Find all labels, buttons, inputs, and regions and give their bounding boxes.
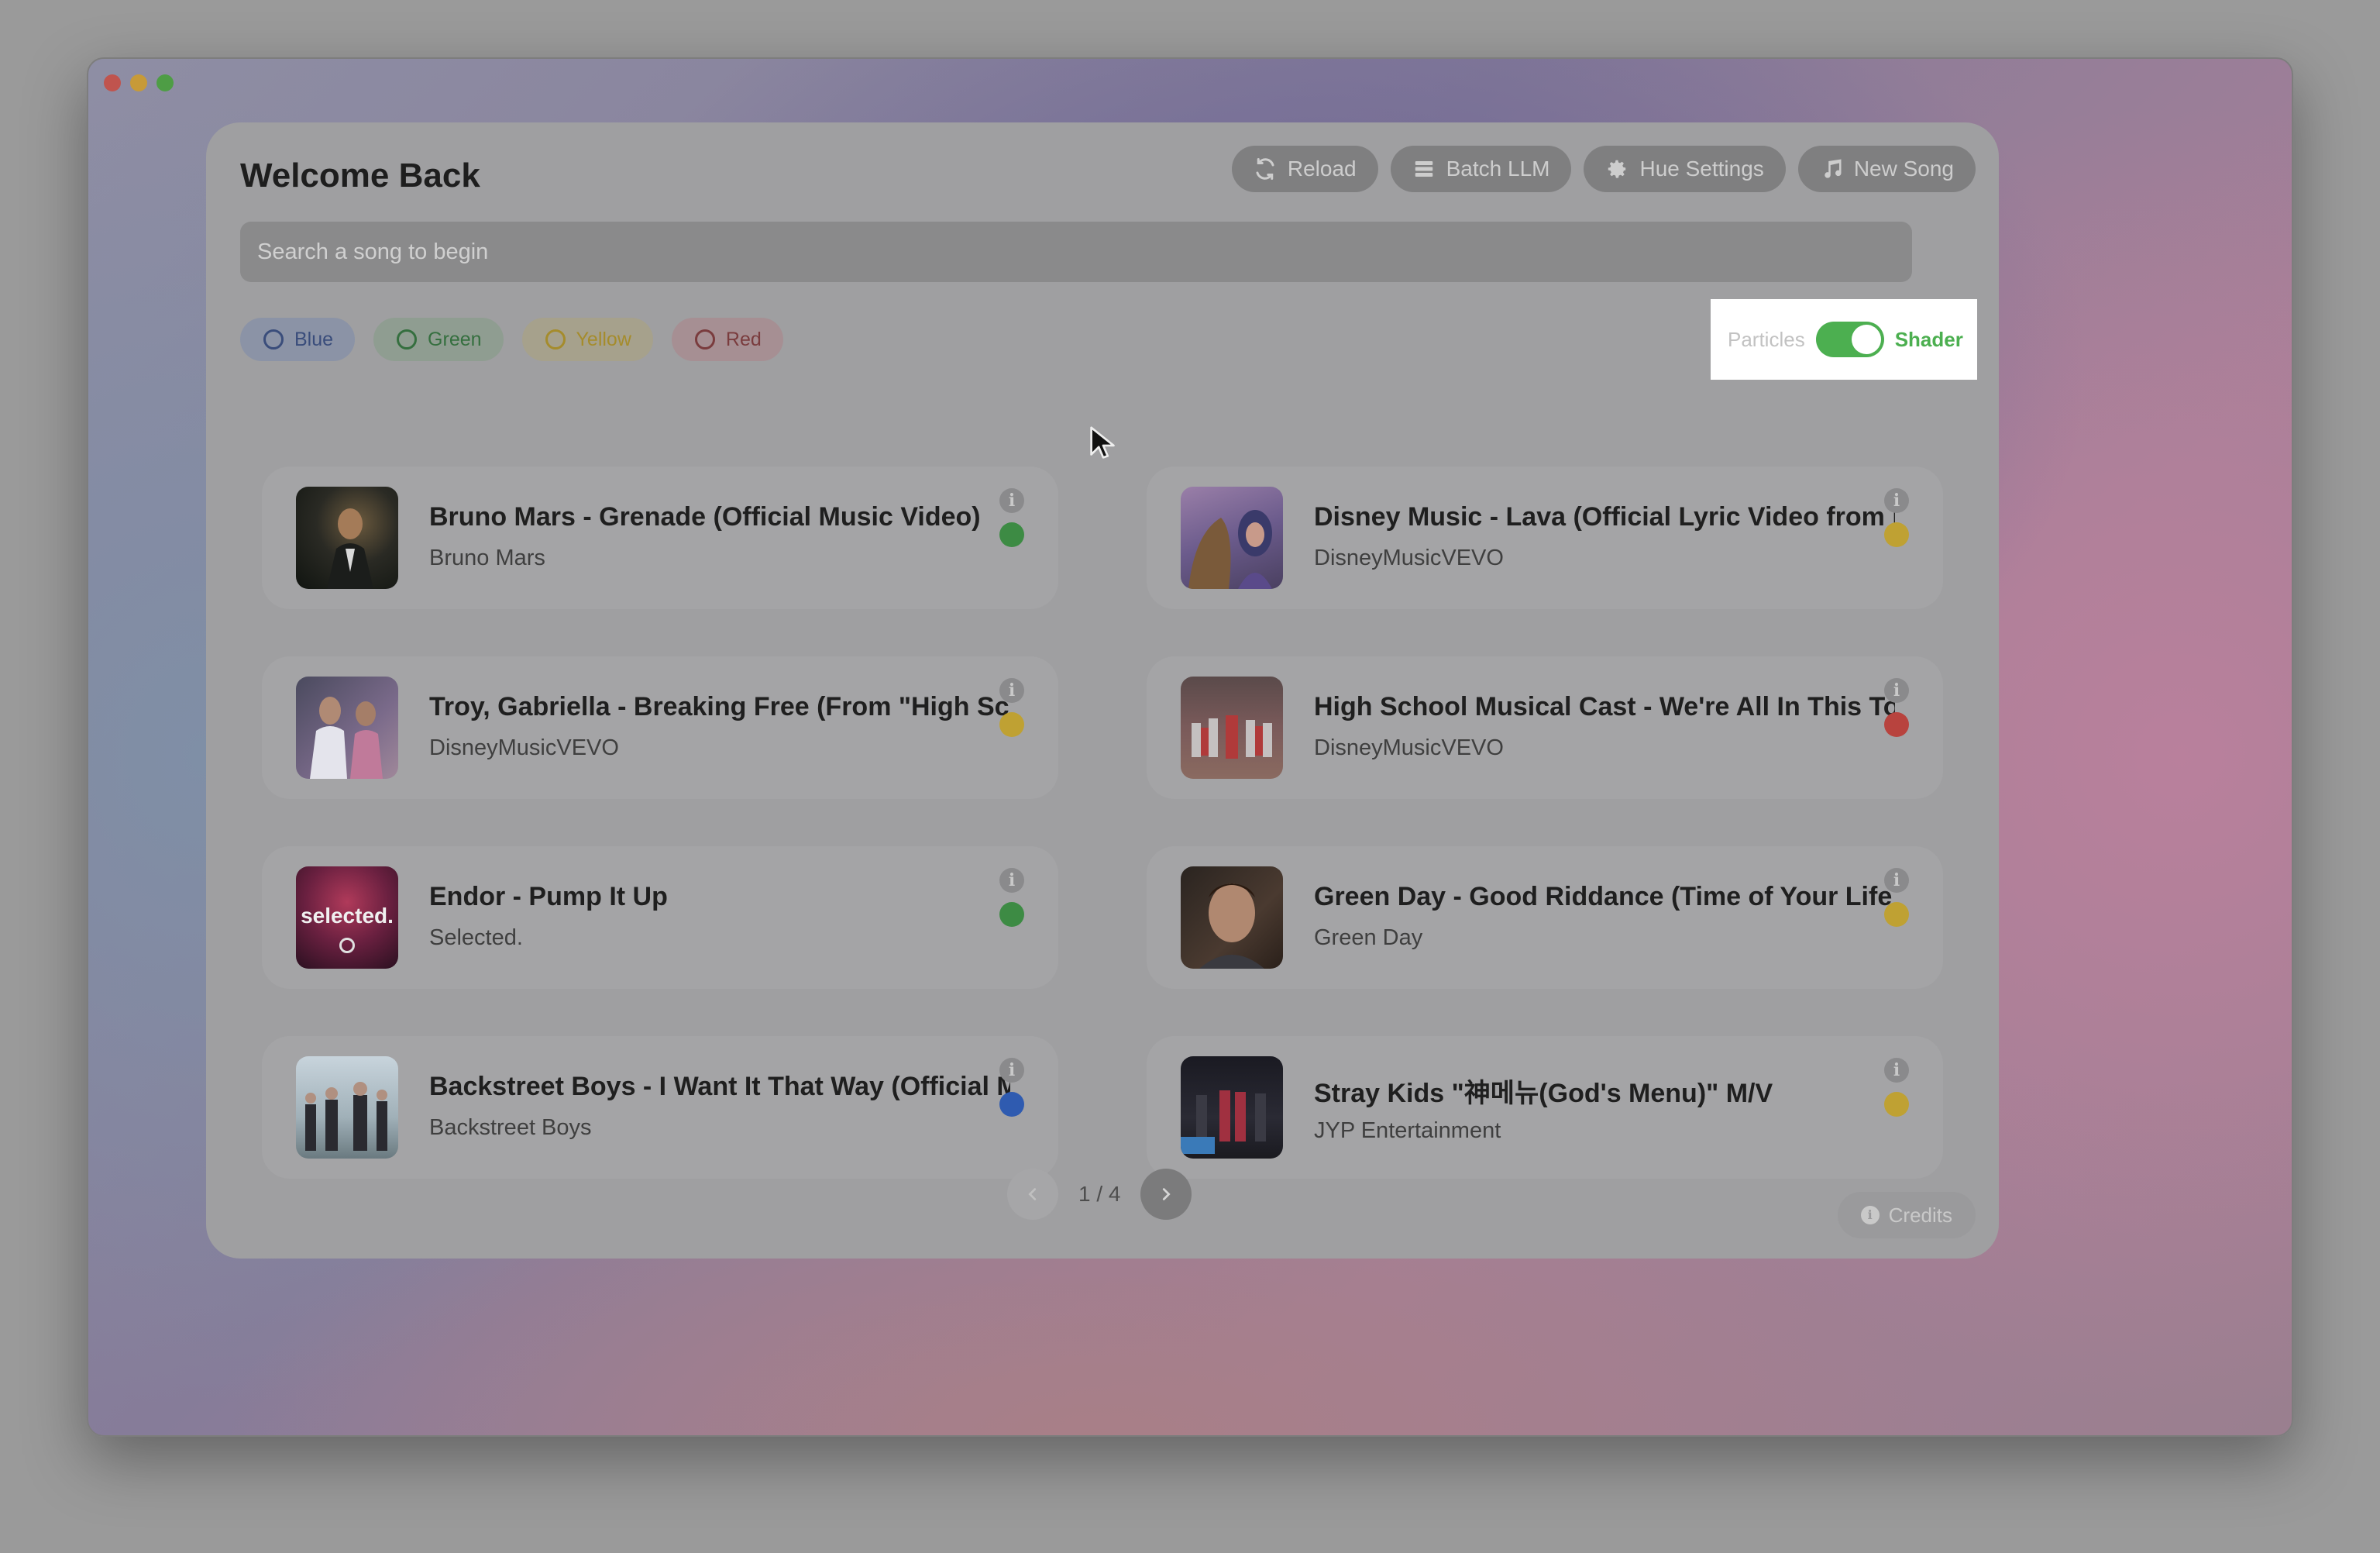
filter-red[interactable]: Red <box>671 318 783 361</box>
info-icon[interactable]: i <box>999 488 1024 513</box>
song-card[interactable]: Green Day - Good Riddance (Time of Your … <box>1147 846 1943 989</box>
next-page-button[interactable] <box>1140 1169 1192 1220</box>
song-thumbnail <box>1181 866 1283 969</box>
song-title: Endor - Pump It Up <box>429 882 668 911</box>
radio-icon <box>263 329 284 350</box>
search-input[interactable] <box>240 222 1912 282</box>
batch-llm-button[interactable]: Batch LLM <box>1390 146 1572 192</box>
info-icon[interactable]: i <box>1884 678 1909 703</box>
song-thumbnail <box>296 1056 398 1159</box>
toggle-knob <box>1851 325 1881 354</box>
color-status-dot <box>999 712 1024 737</box>
song-card[interactable]: Stray Kids "神메뉴(God's Menu)" M/V JYP Ent… <box>1147 1036 1943 1179</box>
color-status-dot <box>1884 902 1909 927</box>
minimize-window-button[interactable] <box>130 74 147 91</box>
filter-blue[interactable]: Blue <box>240 318 356 361</box>
color-status-dot <box>999 1092 1024 1117</box>
info-icon[interactable]: i <box>1884 868 1909 893</box>
close-window-button[interactable] <box>104 74 121 91</box>
page-indicator: 1 / 4 <box>1078 1182 1121 1206</box>
refresh-icon <box>1256 158 1274 180</box>
song-title: Green Day - Good Riddance (Time of Your … <box>1314 882 1895 911</box>
info-icon[interactable]: i <box>999 678 1024 703</box>
song-artist: DisneyMusicVEVO <box>429 735 619 760</box>
filter-green-label: Green <box>428 328 482 350</box>
song-artist: DisneyMusicVEVO <box>1314 546 1504 570</box>
shader-label[interactable]: Shader <box>1895 328 1963 352</box>
radio-icon <box>545 329 566 350</box>
particles-label[interactable]: Particles <box>1728 328 1805 352</box>
info-icon: i <box>1860 1206 1880 1224</box>
song-title: Disney Music - Lava (Official Lyric Vide… <box>1314 502 1895 532</box>
song-title: Backstreet Boys - I Want It That Way (Of… <box>429 1072 1010 1101</box>
color-status-dot <box>1884 1092 1909 1117</box>
mode-toggle-switch[interactable] <box>1815 322 1884 357</box>
song-thumbnail <box>1181 487 1283 589</box>
info-icon[interactable]: i <box>1884 488 1909 513</box>
credits-label: Credits <box>1888 1203 1952 1227</box>
color-status-dot <box>999 522 1024 547</box>
filter-green[interactable]: Green <box>373 318 504 361</box>
new-song-label: New Song <box>1853 157 1954 181</box>
credits-button[interactable]: i Credits <box>1837 1192 1976 1238</box>
mode-toggle-group: Particles Shader <box>1711 299 1977 380</box>
song-artist: Backstreet Boys <box>429 1115 592 1140</box>
hue-settings-button[interactable]: Hue Settings <box>1584 146 1786 192</box>
filter-blue-label: Blue <box>294 328 334 350</box>
info-icon[interactable]: i <box>1884 1058 1909 1083</box>
song-title: Bruno Mars - Grenade (Official Music Vid… <box>429 502 981 532</box>
pagination: 1 / 4 <box>1007 1169 1192 1220</box>
song-title: Troy, Gabriella - Breaking Free (From "H… <box>429 692 1010 721</box>
toolbar: Reload Batch LLM Hue Settings New Song <box>1231 146 1976 192</box>
music-note-icon <box>1825 159 1842 178</box>
song-artist: JYP Entertainment <box>1314 1118 1501 1143</box>
song-card[interactable]: Bruno Mars - Grenade (Official Music Vid… <box>262 467 1058 609</box>
logo-circle-icon <box>339 938 355 953</box>
color-status-dot <box>999 902 1024 927</box>
batch-llm-label: Batch LLM <box>1446 157 1550 181</box>
filter-red-label: Red <box>725 328 762 350</box>
song-title: Stray Kids "神메뉴(God's Menu)" M/V <box>1314 1079 1773 1108</box>
filter-yellow-label: Yellow <box>576 328 631 350</box>
color-status-dot <box>1884 522 1909 547</box>
song-card[interactable]: High School Musical Cast - We're All In … <box>1147 656 1943 799</box>
radio-icon <box>397 329 418 350</box>
song-thumbnail <box>296 487 398 589</box>
window-controls <box>104 74 174 91</box>
thumbnail-logo-text: selected. <box>301 904 394 928</box>
hue-settings-label: Hue Settings <box>1639 157 1764 181</box>
new-song-button[interactable]: New Song <box>1797 146 1976 192</box>
info-icon[interactable]: i <box>999 868 1024 893</box>
mouse-cursor-icon <box>1090 426 1115 459</box>
radio-icon <box>694 329 715 350</box>
list-icon <box>1415 161 1432 177</box>
song-card[interactable]: selected. Endor - Pump It Up Selected. i <box>262 846 1058 989</box>
song-thumbnail: selected. <box>296 866 398 969</box>
reload-label: Reload <box>1287 157 1357 181</box>
song-artist: DisneyMusicVEVO <box>1314 735 1504 760</box>
chevron-left-icon <box>1028 1188 1037 1200</box>
main-panel: Welcome Back Reload Batch LLM Hue Settin… <box>206 122 1999 1259</box>
song-thumbnail <box>1181 1056 1283 1159</box>
page-title: Welcome Back <box>240 157 480 195</box>
maximize-window-button[interactable] <box>156 74 174 91</box>
info-icon[interactable]: i <box>999 1058 1024 1083</box>
color-filters: Blue Green Yellow Red <box>240 318 783 361</box>
song-thumbnail <box>296 677 398 779</box>
color-status-dot <box>1884 712 1909 737</box>
song-thumbnail <box>1181 677 1283 779</box>
chevron-right-icon <box>1163 1188 1171 1200</box>
song-card[interactable]: Backstreet Boys - I Want It That Way (Of… <box>262 1036 1058 1179</box>
song-artist: Green Day <box>1314 925 1423 950</box>
prev-page-button[interactable] <box>1007 1169 1058 1220</box>
song-card[interactable]: Disney Music - Lava (Official Lyric Vide… <box>1147 467 1943 609</box>
reload-button[interactable]: Reload <box>1231 146 1378 192</box>
song-title: High School Musical Cast - We're All In … <box>1314 692 1895 721</box>
filter-yellow[interactable]: Yellow <box>521 318 653 361</box>
gear-icon <box>1608 160 1626 178</box>
song-card[interactable]: Troy, Gabriella - Breaking Free (From "H… <box>262 656 1058 799</box>
song-artist: Bruno Mars <box>429 546 545 570</box>
song-artist: Selected. <box>429 925 523 950</box>
